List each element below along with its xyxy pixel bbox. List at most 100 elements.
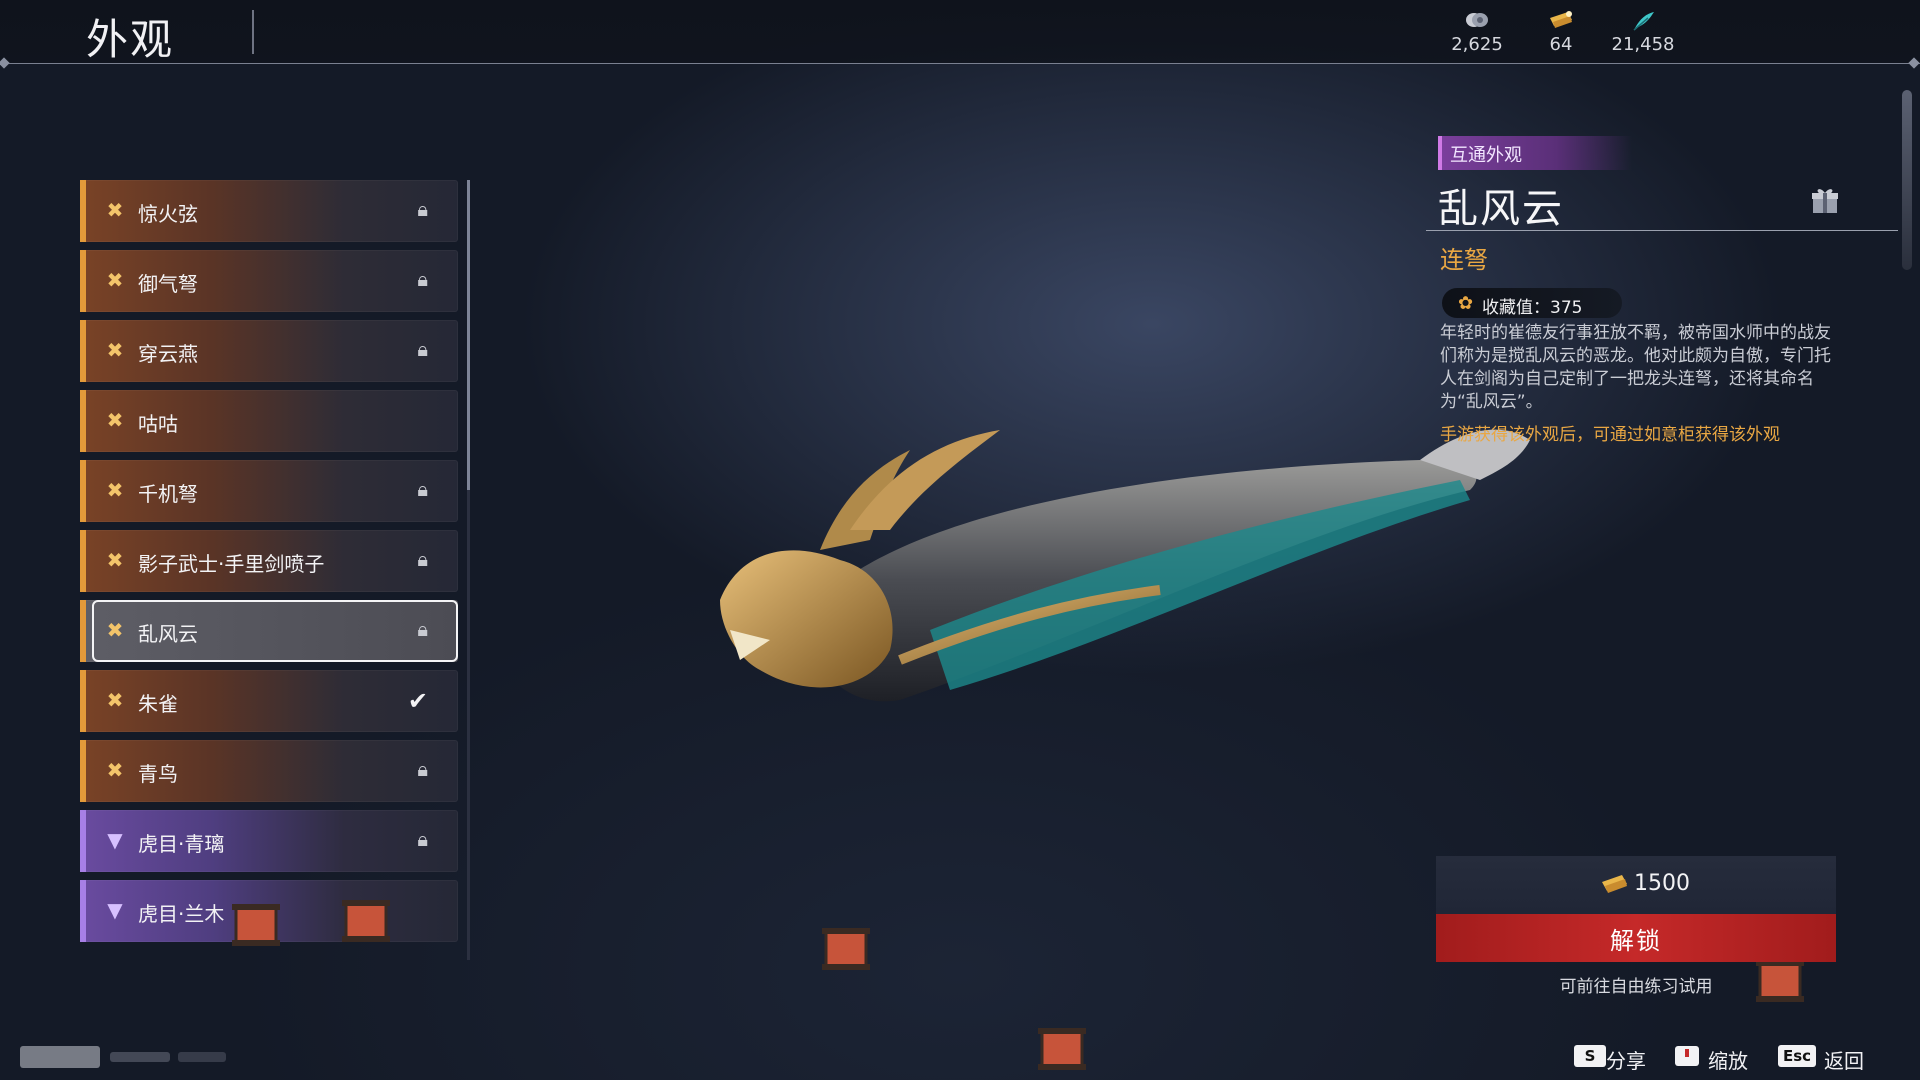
right-scrollbar[interactable] <box>1902 90 1912 270</box>
lock-icon: 🔒︎ <box>417 477 428 501</box>
rarity-bar <box>80 460 86 522</box>
item-name: 御气弩 <box>138 272 198 296</box>
gold-rarity-icon: ✖ <box>106 338 124 362</box>
list-item[interactable]: ✖ 惊火弦 🔒︎ <box>80 180 458 242</box>
gold-rarity-icon: ✖ <box>106 618 124 642</box>
gold-rarity-icon: ✖ <box>106 198 124 222</box>
share-hotkey[interactable]: S 分享 <box>1574 1042 1654 1073</box>
skin-name: 乱风云 <box>1438 186 1564 232</box>
share-label: 分享 <box>1606 1049 1646 1073</box>
lock-icon: 🔒︎ <box>417 267 428 291</box>
title-separator <box>252 10 254 54</box>
lock-icon: 🔒︎ <box>417 197 428 221</box>
gold-rarity-icon: ✖ <box>106 408 124 432</box>
feather-icon <box>1598 10 1688 32</box>
crossplay-tag: 互通外观 <box>1438 136 1632 170</box>
gift-icon[interactable] <box>1810 186 1840 216</box>
gold-rarity-icon: ✖ <box>106 268 124 292</box>
rarity-bar <box>80 670 86 732</box>
gold-rarity-icon: ✖ <box>106 478 124 502</box>
back-hotkey[interactable]: Esc 返回 <box>1778 1042 1888 1073</box>
purple-rarity-icon: ▼ <box>107 828 123 852</box>
acquire-hint: 手游获得该外观后，可通过如意柜获得该外观 <box>1440 425 1780 445</box>
lantern-icon <box>232 904 280 946</box>
skin-description: 年轻时的崔德友行事狂放不羁，被帝国水师中的战友们称为是搅乱风云的恶龙。他对此颇为… <box>1440 323 1831 412</box>
zoom-label: 缩放 <box>1708 1049 1748 1073</box>
mouse-icon <box>1675 1046 1699 1066</box>
collection-value: 收藏值：375 <box>1482 298 1583 318</box>
item-name: 青鸟 <box>138 762 178 786</box>
coin-amount: 2,625 <box>1451 34 1503 55</box>
page-title: 外观 <box>86 15 175 64</box>
weapon-type: 连弩 <box>1440 246 1488 274</box>
rarity-bar <box>80 390 86 452</box>
collection-value-badge: ✿ 收藏值：375 <box>1442 288 1622 318</box>
key-esc: Esc <box>1778 1045 1817 1067</box>
lock-icon: 🔒︎ <box>417 337 428 361</box>
item-name: 虎目·兰木 <box>138 902 225 926</box>
ticket-icon <box>1602 875 1627 893</box>
trial-link[interactable]: 可前往自由练习试用 <box>1436 972 1836 997</box>
list-item[interactable]: ✖ 千机弩 🔒︎ <box>80 460 458 522</box>
player-id-blurred <box>20 1046 226 1068</box>
item-name: 穿云燕 <box>138 342 198 366</box>
list-scrollbar-thumb[interactable] <box>467 180 470 490</box>
currency-feather: 21,458 <box>1598 10 1688 55</box>
lock-icon: 🔒︎ <box>417 827 428 851</box>
currency-ticket: 64 <box>1516 10 1606 55</box>
list-item[interactable]: ✖ 御气弩 🔒︎ <box>80 250 458 312</box>
list-item[interactable]: ✖ 朱雀 ✔ <box>80 670 458 732</box>
list-scrollbar[interactable] <box>467 180 470 960</box>
weapon-model[interactable] <box>700 400 1580 760</box>
currency-coin: 2,625 <box>1432 10 1522 55</box>
list-item[interactable]: ✖ 青鸟 🔒︎ <box>80 740 458 802</box>
list-item[interactable]: ✖ 穿云燕 🔒︎ <box>80 320 458 382</box>
ticket-amount: 64 <box>1549 34 1573 55</box>
skin-list[interactable]: ✖ 惊火弦 🔒︎ ✖ 御气弩 🔒︎ ✖ 穿云燕 🔒︎ ✖ 咕咕 ✖ 千机弩 🔒︎… <box>80 180 460 960</box>
rarity-bar <box>80 320 86 382</box>
gold-rarity-icon: ✖ <box>106 758 124 782</box>
item-name: 乱风云 <box>138 622 198 646</box>
coin-icon <box>1432 10 1522 32</box>
purple-rarity-icon: ▼ <box>107 898 123 922</box>
rarity-bar <box>80 600 86 662</box>
key-s: S <box>1574 1045 1606 1067</box>
item-name: 咕咕 <box>138 412 178 436</box>
lantern-icon <box>342 900 390 942</box>
crossplay-tag-label: 互通外观 <box>1450 145 1522 166</box>
rarity-bar <box>80 880 86 942</box>
feather-amount: 21,458 <box>1611 34 1675 55</box>
gold-rarity-icon: ✖ <box>106 548 124 572</box>
unlock-button[interactable]: 解锁 <box>1436 914 1836 962</box>
item-name: 朱雀 <box>138 692 178 716</box>
back-label: 返回 <box>1824 1049 1864 1073</box>
rarity-bar <box>80 530 86 592</box>
zoom-hotkey[interactable]: 缩放 <box>1674 1042 1764 1073</box>
ticket-icon <box>1516 10 1606 32</box>
price-box: 1500 <box>1436 856 1836 914</box>
header-divider <box>0 63 1920 64</box>
collection-icon: ✿ <box>1458 293 1474 314</box>
rarity-bar <box>80 180 86 242</box>
list-item[interactable]: ✖ 咕咕 <box>80 390 458 452</box>
lantern-icon <box>1038 1028 1086 1070</box>
item-name: 惊火弦 <box>138 202 198 226</box>
rarity-bar <box>80 250 86 312</box>
checkmark-icon: ✔ <box>407 687 428 715</box>
item-name: 虎目·青璃 <box>138 832 225 856</box>
rarity-bar <box>80 740 86 802</box>
lock-icon: 🔒︎ <box>417 547 428 571</box>
price-value: 1500 <box>1634 871 1690 896</box>
rarity-bar <box>80 810 86 872</box>
item-name: 影子武士·手里剑喷子 <box>138 552 325 576</box>
name-divider <box>1426 230 1898 231</box>
lock-icon: 🔒︎ <box>417 757 428 781</box>
list-item[interactable]: ▼ 虎目·青璃 🔒︎ <box>80 810 458 872</box>
item-name: 千机弩 <box>138 482 198 506</box>
lantern-icon <box>822 928 870 970</box>
list-item-selected[interactable]: ✖ 乱风云 🔒︎ <box>80 600 458 662</box>
gold-rarity-icon: ✖ <box>106 688 124 712</box>
lock-icon: 🔒︎ <box>417 617 428 641</box>
list-item[interactable]: ✖ 影子武士·手里剑喷子 🔒︎ <box>80 530 458 592</box>
hotkey-bar: S 分享 缩放 Esc 返回 <box>1574 1042 1894 1073</box>
